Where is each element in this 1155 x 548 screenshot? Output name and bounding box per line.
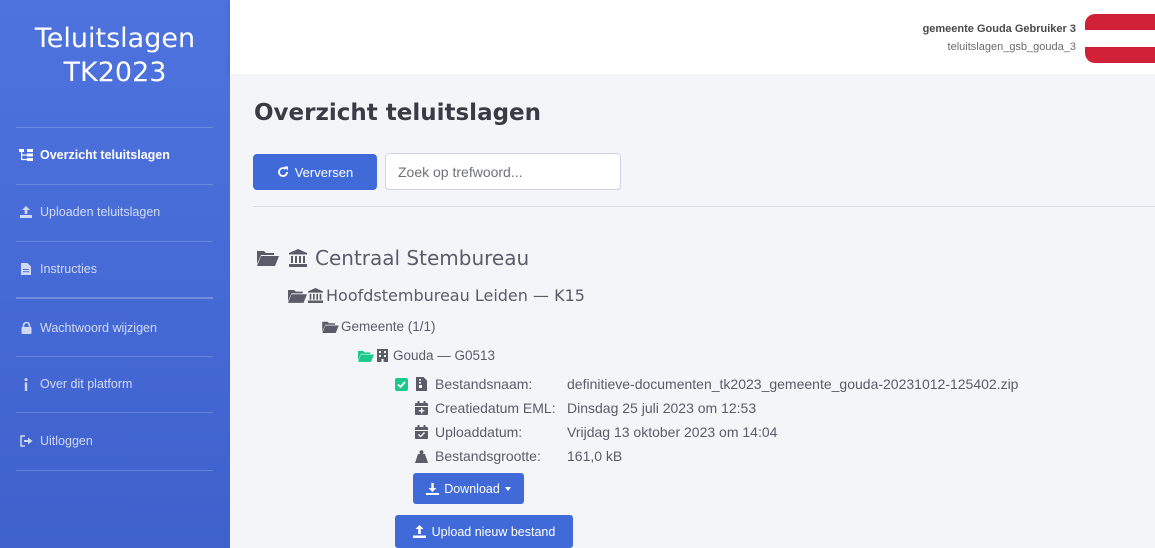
tree-central-stembureau[interactable]: Centraal Stembureau [257,246,529,270]
brand-line-2: TK2023 [63,57,167,88]
upload-date-label-wrap: Uploaddatum: [413,424,567,440]
folder-open-icon [288,289,307,303]
download-label: Download [444,481,500,496]
sidebar-item-uploaden[interactable]: Uploaden teluitslagen [18,202,160,222]
calendar-plus-icon [413,401,429,415]
file-size-row: Bestandsgrootte: 161,0 kB [413,448,622,464]
folder-open-green-icon [358,350,374,362]
sitemap-icon [18,147,34,163]
content-divider [253,206,1155,207]
tree-gemeente[interactable]: Gemeente (1/1) [322,319,436,334]
calendar-check-icon [413,425,429,439]
sidebar-divider [16,297,213,299]
tree-hoofdstembureau[interactable]: Hoofdstembureau Leiden — K15 [288,286,585,305]
checkbox-checked-icon[interactable] [395,377,408,391]
sidebar-item-instructies[interactable]: Instructies [18,259,97,279]
upload-icon [18,204,34,220]
upload-date-label: Uploaddatum: [435,424,523,440]
sidebar-divider [16,184,213,185]
page-title: Overzicht teluitslagen [254,100,542,126]
file-zip-icon [413,377,429,391]
tree-label: Centraal Stembureau [315,246,530,270]
file-size-label: Bestandsgrootte: [435,448,541,464]
sidebar-item-label: Wachtwoord wijzigen [40,321,157,335]
user-login[interactable]: teluitslagen_gsb_gouda_3 [948,41,1076,53]
building-icon [377,349,388,362]
lock-icon [18,320,34,336]
sidebar-divider [16,356,213,357]
topbar: gemeente Gouda Gebruiker 3 teluitslagen_… [230,0,1155,74]
created-label: Creatiedatum EML: [435,400,556,416]
created-value: Dinsdag 25 juli 2023 om 12:53 [567,400,757,416]
refresh-icon [277,166,289,178]
file-name-label-wrap: Bestandsnaam: [395,376,567,392]
sidebar-item-label: Uitloggen [40,434,93,448]
file-name-row: Bestandsnaam: definitieve-documenten_tk2… [395,376,1018,392]
sidebar-item-over[interactable]: Over dit platform [18,374,132,394]
sidebar-item-label: Instructies [40,262,97,276]
created-row: Creatiedatum EML: Dinsdag 25 juli 2023 o… [413,400,756,416]
sidebar-item-uitloggen[interactable]: Uitloggen [18,431,93,451]
upload-icon [412,525,426,538]
folder-open-icon [257,250,279,266]
flag-stripe-bottom [1085,46,1155,63]
sidebar-item-overzicht[interactable]: Overzicht teluitslagen [18,145,170,165]
tree-gouda[interactable]: Gouda — G0513 [358,348,495,363]
brand-title[interactable]: Teluitslagen TK2023 [0,22,230,90]
sidebar-divider [16,127,213,128]
upload-date-value: Vrijdag 13 oktober 2023 om 14:04 [567,424,778,440]
sign-out-icon [18,433,34,449]
sidebar: Teluitslagen TK2023 Overzicht teluitslag… [0,0,230,548]
brand-line-1: Teluitslagen [34,23,196,54]
upload-date-row: Uploaddatum: Vrijdag 13 oktober 2023 om … [413,424,777,440]
sidebar-item-label: Overzicht teluitslagen [40,148,170,162]
flag-stripe-top [1085,14,1155,31]
user-name[interactable]: gemeente Gouda Gebruiker 3 [923,23,1076,35]
created-label-wrap: Creatiedatum EML: [413,400,567,416]
landmark-icon [289,249,307,267]
info-icon [18,376,34,392]
sidebar-item-label: Over dit platform [40,377,133,391]
sidebar-divider [16,470,213,471]
weight-icon [413,449,429,463]
sidebar-item-wachtwoord[interactable]: Wachtwoord wijzigen [18,318,157,338]
download-icon [426,482,440,495]
upload-new-file-button[interactable]: Upload nieuw bestand [395,515,573,548]
refresh-label: Verversen [294,164,354,180]
caret-down-icon [504,486,511,491]
file-name-value: definitieve-documenten_tk2023_gemeente_g… [567,376,1019,392]
search-input[interactable] [385,153,621,190]
tree-label: Gemeente (1/1) [341,319,436,334]
folder-open-icon [322,321,339,333]
download-dropdown-button[interactable]: Download [413,473,524,504]
file-size-value: 161,0 kB [567,448,623,464]
tree-label: Hoofdstembureau Leiden — K15 [326,286,585,305]
flag-stripe-middle [1085,30,1155,47]
file-size-label-wrap: Bestandsgrootte: [413,448,567,464]
tree-label: Gouda — G0513 [393,348,496,363]
main-content: Overzicht teluitslagen Verversen Centraa… [230,74,1155,548]
sidebar-item-label: Uploaden teluitslagen [40,205,161,219]
sidebar-divider [16,241,213,242]
refresh-button[interactable]: Verversen [253,154,377,190]
landmark-icon [308,288,323,303]
file-icon [18,261,34,277]
file-name-label: Bestandsnaam: [435,376,533,392]
upload-label: Upload nieuw bestand [431,524,556,539]
flag-avatar[interactable] [1085,14,1155,63]
sidebar-divider [16,412,213,413]
